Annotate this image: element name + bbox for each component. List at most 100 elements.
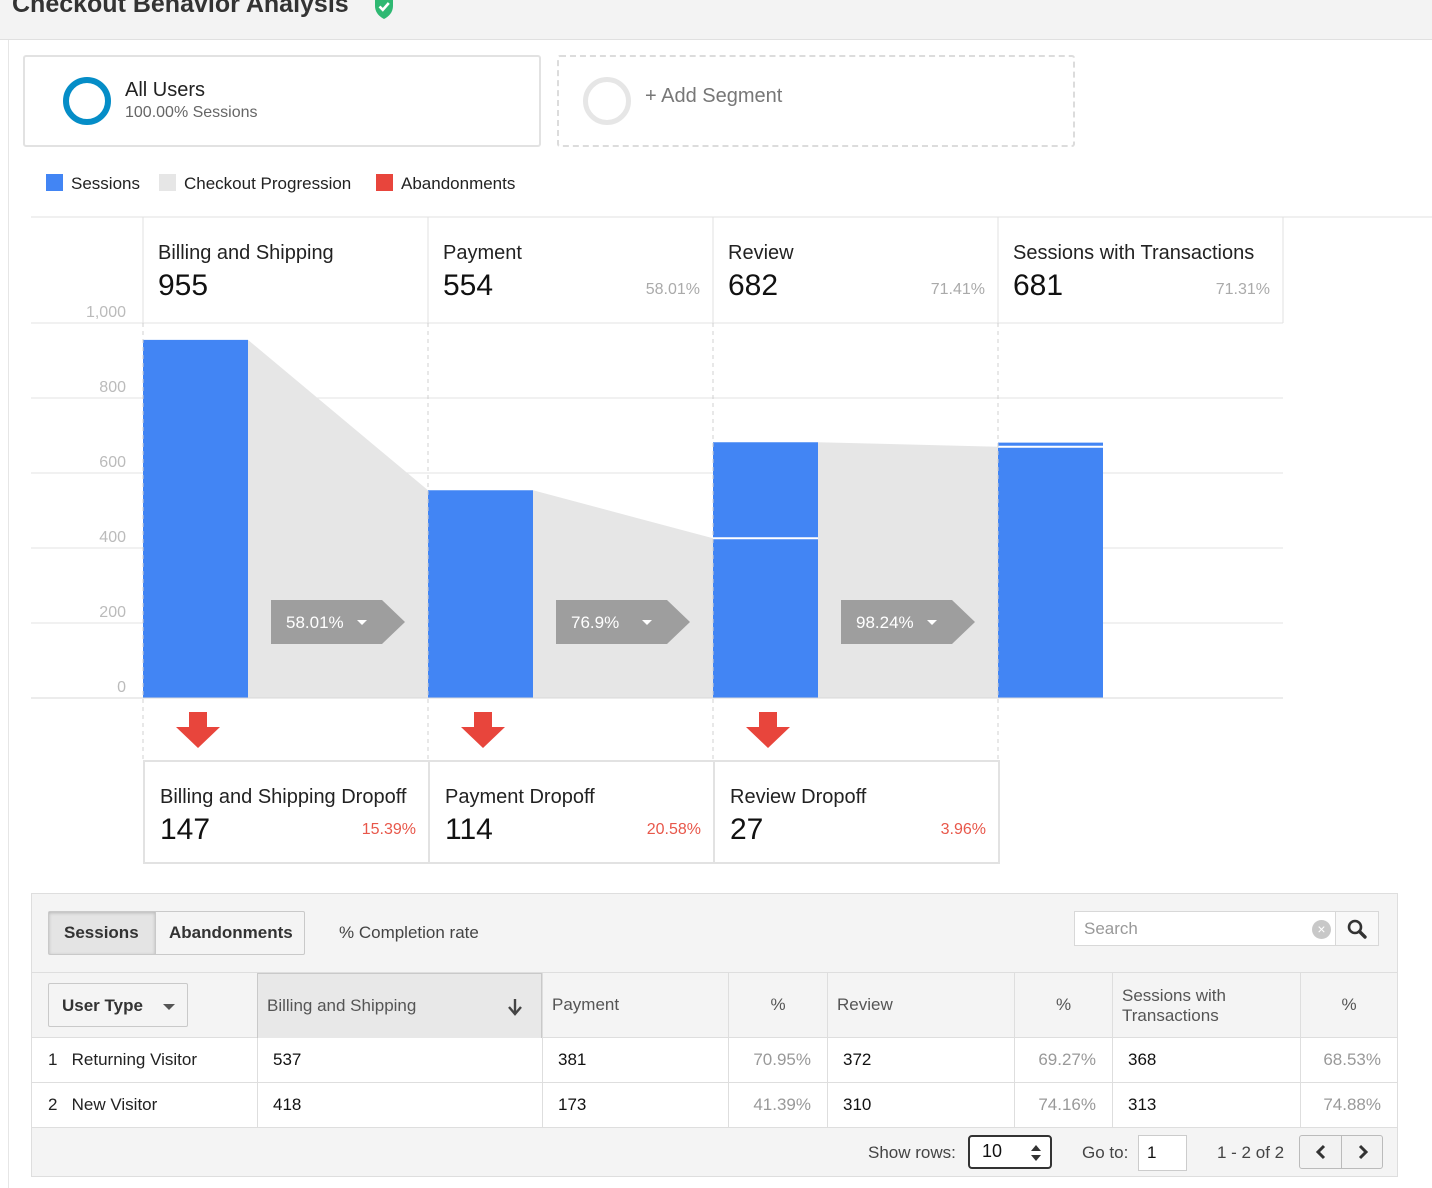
progression-area xyxy=(248,339,428,698)
dropoff-value: 27 xyxy=(730,813,763,846)
header-review[interactable]: Review xyxy=(827,973,1014,1038)
header-label: Payment xyxy=(552,995,620,1014)
row-index: 1 xyxy=(48,1050,58,1069)
dropoff-card xyxy=(143,760,430,864)
table-row: 2 New Visitor 418 173 41.39% 310 74.16% … xyxy=(32,1083,1397,1128)
cell-user-type: 1 Returning Visitor xyxy=(32,1038,257,1082)
show-rows-select[interactable]: 10 xyxy=(968,1135,1052,1169)
row-index: 2 xyxy=(48,1095,58,1114)
cell-review: 372 xyxy=(827,1038,1014,1082)
sessions-bar xyxy=(998,442,1103,698)
cell-user-type: 2 New Visitor xyxy=(32,1083,257,1127)
next-page-button[interactable] xyxy=(1342,1136,1384,1168)
step-value: 681 xyxy=(1013,269,1063,302)
search-button[interactable] xyxy=(1336,911,1379,946)
header-label: Billing and Shipping xyxy=(267,996,417,1015)
dropoff-value: 114 xyxy=(445,813,493,846)
table-footer: Show rows: 10 Go to: 1 - 2 of 2 xyxy=(32,1130,1397,1176)
step-percent: 71.31% xyxy=(1216,281,1270,298)
sessions-bar xyxy=(143,339,248,698)
progression-rate-label: 58.01% xyxy=(286,613,344,632)
y-tick-label: 600 xyxy=(99,454,126,471)
dropoff-percent: 20.58% xyxy=(647,821,701,838)
show-rows-label: Show rows: xyxy=(868,1143,956,1162)
goto-page-input[interactable] xyxy=(1138,1135,1187,1171)
user-type-link[interactable]: New Visitor xyxy=(72,1095,158,1114)
user-type-link[interactable]: Returning Visitor xyxy=(72,1050,197,1069)
page-range: 1 - 2 of 2 xyxy=(1217,1143,1285,1162)
header-payment-pct[interactable]: % xyxy=(728,973,827,1038)
header-label: % xyxy=(1055,995,1072,1014)
step-percent: 58.01% xyxy=(646,281,700,298)
y-tick-label: 0 xyxy=(117,679,126,696)
cell-review-pct: 74.16% xyxy=(1014,1083,1112,1127)
step-percent: 71.41% xyxy=(931,281,985,298)
cell-transactions: 368 xyxy=(1112,1038,1300,1082)
chevron-down-icon xyxy=(163,1004,175,1010)
abandonment-arrow-icon xyxy=(746,712,790,748)
checkout-funnel-chart: 0 200 400 600 800 1,000 58.01% 76.9% 98.24% Billi… xyxy=(31,216,1432,864)
header-label-line: Sessions with xyxy=(1122,986,1226,1005)
clear-search-icon[interactable]: × xyxy=(1312,920,1331,939)
dropoff-card xyxy=(713,760,1000,864)
cell-transactions-pct: 74.88% xyxy=(1300,1083,1397,1127)
dropoff-name: Payment Dropoff xyxy=(445,786,595,808)
cell-transactions: 313 xyxy=(1112,1083,1300,1127)
step-name: Billing and Shipping xyxy=(158,242,334,264)
search-icon xyxy=(1347,919,1367,939)
y-tick-label: 800 xyxy=(99,379,126,396)
view-tabs: Sessions Abandonments xyxy=(48,911,305,955)
cell-review-pct: 69.27% xyxy=(1014,1038,1112,1082)
user-type-dropdown[interactable]: User Type xyxy=(48,983,188,1027)
y-tick-label: 400 xyxy=(99,529,126,546)
header-transactions-pct[interactable]: % xyxy=(1300,973,1397,1038)
step-name: Sessions with Transactions xyxy=(1013,242,1254,264)
show-rows-value: 10 xyxy=(982,1141,1003,1161)
step-value: 554 xyxy=(443,269,493,302)
table-row: 1 Returning Visitor 537 381 70.95% 372 6… xyxy=(32,1038,1397,1083)
step-name: Payment xyxy=(443,242,522,264)
cell-transactions-pct: 68.53% xyxy=(1300,1038,1397,1082)
cell-review: 310 xyxy=(827,1083,1014,1127)
abandonment-arrow-icon xyxy=(461,712,505,748)
step-name: Review xyxy=(728,242,794,264)
pager xyxy=(1299,1135,1383,1169)
cell-payment: 381 xyxy=(542,1038,728,1082)
data-table-panel: Sessions Abandonments % Completion rate … xyxy=(31,893,1398,1177)
user-type-label: User Type xyxy=(62,996,143,1015)
header-label-line: Transactions xyxy=(1122,1006,1219,1025)
sessions-bar xyxy=(428,490,533,698)
progression-rate-label: 98.24% xyxy=(856,613,914,632)
step-value: 955 xyxy=(158,269,208,302)
chevron-right-icon xyxy=(1358,1144,1369,1160)
cell-billing: 537 xyxy=(257,1038,542,1082)
previous-page-button[interactable] xyxy=(1300,1136,1342,1168)
cell-payment-pct: 70.95% xyxy=(728,1038,827,1082)
header-label: % xyxy=(1341,995,1357,1014)
tab-abandonments[interactable]: Abandonments xyxy=(156,912,304,954)
cell-billing: 418 xyxy=(257,1083,542,1127)
completion-rate-toggle[interactable]: % Completion rate xyxy=(339,923,479,943)
sort-descending-icon xyxy=(508,999,522,1016)
y-tick-label: 1,000 xyxy=(86,304,126,321)
header-label: Review xyxy=(837,995,893,1014)
header-label: Sessions with Transactions xyxy=(1122,986,1226,1026)
header-review-pct[interactable]: % xyxy=(1014,973,1112,1038)
table-header: User Type Billing and Shipping Payment %… xyxy=(32,972,1397,1038)
sessions-bar xyxy=(713,442,818,698)
header-transactions[interactable]: Sessions with Transactions xyxy=(1112,973,1300,1038)
dropoff-percent: 15.39% xyxy=(362,821,416,838)
dropoff-name: Billing and Shipping Dropoff xyxy=(160,786,407,808)
header-payment[interactable]: Payment xyxy=(542,973,728,1038)
chevron-left-icon xyxy=(1315,1144,1326,1160)
abandonment-arrow-icon xyxy=(176,712,220,748)
search-input[interactable] xyxy=(1075,912,1305,945)
progression-area xyxy=(533,490,713,698)
search-box: × xyxy=(1074,911,1336,946)
select-arrows-icon xyxy=(1031,1145,1041,1161)
header-billing-shipping[interactable]: Billing and Shipping xyxy=(257,973,542,1038)
tab-sessions[interactable]: Sessions xyxy=(49,912,156,954)
progression-area xyxy=(818,442,998,698)
dropoff-value: 147 xyxy=(160,813,210,846)
dropoff-percent: 3.96% xyxy=(941,821,986,838)
